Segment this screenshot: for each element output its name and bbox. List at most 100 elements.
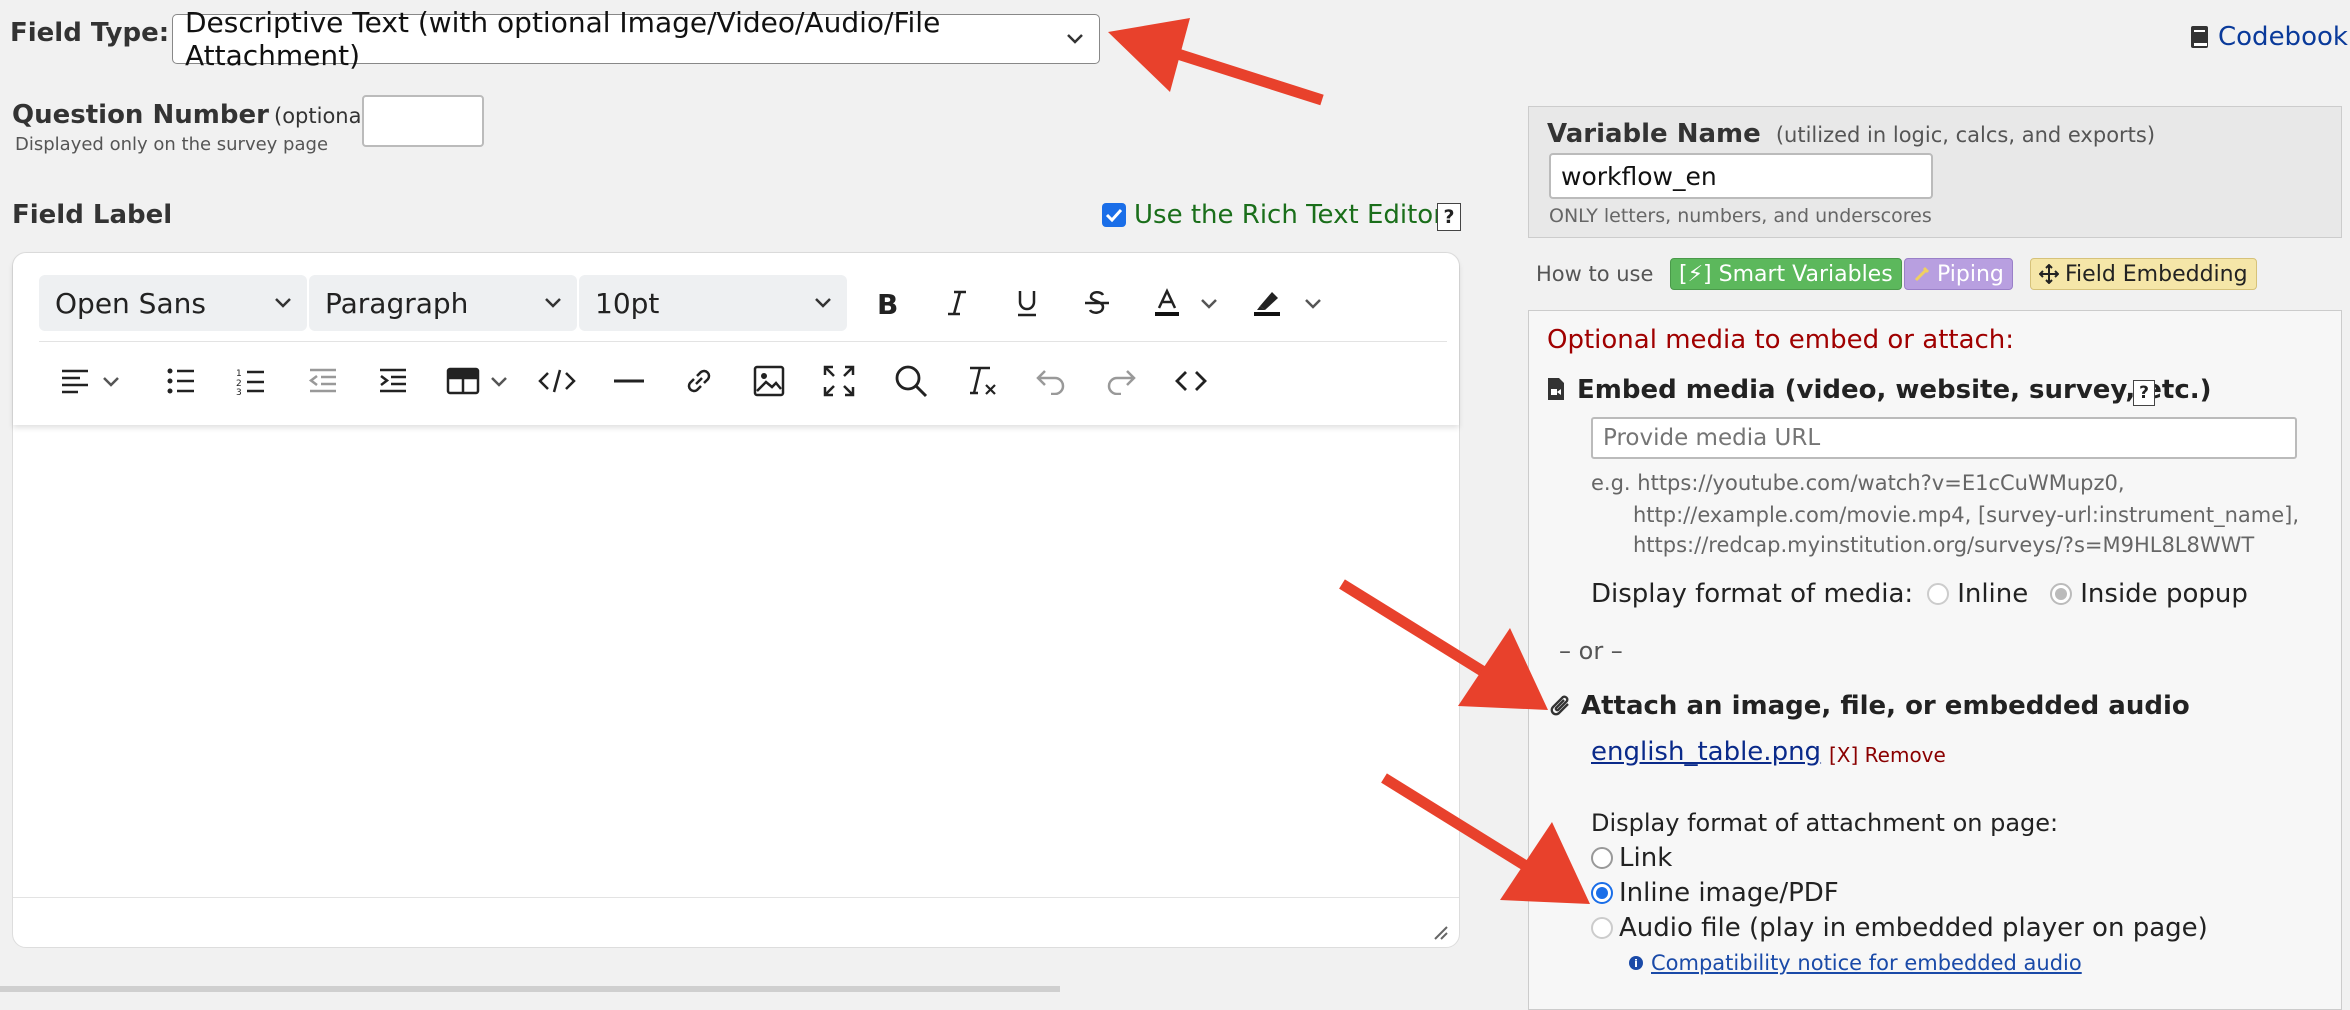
smart-variables-button[interactable]: [⚡] Smart Variables — [1670, 258, 1902, 290]
rich-text-label: Use the Rich Text Editor — [1134, 200, 1444, 230]
clear-formatting-button[interactable] — [957, 357, 1005, 405]
chevron-down-icon[interactable] — [1303, 297, 1323, 311]
question-number-label-wrap: Question Number (optional) — [12, 100, 376, 130]
clear-formatting-icon — [970, 366, 996, 395]
search-icon — [895, 365, 928, 398]
variable-name-label-wrap: Variable Name (utilized in logic, calcs,… — [1547, 119, 2155, 149]
compat-notice-row[interactable]: i Compatibility notice for embedded audi… — [1629, 951, 2082, 975]
embed-media-help-button[interactable]: ? — [2133, 380, 2155, 406]
optional-media-panel: Optional media to embed or attach: Embed… — [1528, 310, 2342, 1010]
chevron-down-icon[interactable] — [101, 375, 121, 389]
media-examples-line3: https://redcap.myinstitution.org/surveys… — [1633, 533, 2255, 557]
link-button[interactable] — [675, 357, 723, 405]
question-number-label: Question Number — [12, 100, 269, 130]
attach-opt-audio-row[interactable]: Audio file (play in embedded player on p… — [1591, 913, 2208, 943]
field-type-label: Field Type: — [10, 18, 170, 48]
embed-media-title: Embed media (video, website, survey, etc… — [1577, 375, 2212, 405]
italic-button[interactable] — [933, 279, 981, 327]
image-icon — [753, 365, 785, 397]
rich-text-toggle[interactable]: Use the Rich Text Editor — [1102, 200, 1444, 230]
block-format-select[interactable]: Paragraph — [309, 275, 577, 331]
font-size-value: 10pt — [595, 286, 660, 320]
bullet-list-icon — [167, 368, 194, 394]
svg-text:3: 3 — [236, 388, 242, 395]
fullscreen-icon — [823, 365, 855, 397]
chevron-down-icon[interactable] — [489, 375, 509, 389]
arrow-annotation-2 — [1339, 579, 1548, 710]
numbered-list-button[interactable]: 123 — [227, 357, 275, 405]
variable-name-input[interactable]: workflow_en — [1549, 153, 1933, 199]
codebook-label: Codebook — [2218, 22, 2348, 52]
source-code-button[interactable] — [1167, 357, 1215, 405]
outdent-button[interactable] — [299, 357, 347, 405]
redo-button[interactable] — [1097, 357, 1145, 405]
svg-text:1: 1 — [236, 369, 242, 379]
pipette-icon — [1914, 266, 1930, 282]
strikethrough-button[interactable] — [1073, 279, 1121, 327]
align-button[interactable] — [51, 357, 99, 405]
attach-display-label: Display format of attachment on page: — [1591, 809, 2059, 837]
arrow-annotation-1 — [1108, 18, 1324, 106]
underline-button[interactable] — [1003, 279, 1051, 327]
italic-icon — [948, 290, 966, 316]
field-embedding-label: Field Embedding — [2065, 261, 2248, 287]
chevron-down-icon[interactable] — [1199, 297, 1219, 311]
editor-content[interactable] — [33, 443, 1433, 883]
undo-button[interactable] — [1027, 357, 1075, 405]
indent-button[interactable] — [369, 357, 417, 405]
question-number-hint: Displayed only on the survey page — [15, 134, 329, 155]
code-sample-button[interactable] — [533, 357, 581, 405]
horizontal-rule-button[interactable] — [605, 357, 653, 405]
piping-button[interactable]: Piping — [1904, 258, 2013, 290]
media-examples-line2: http://example.com/movie.mp4, [survey-ur… — [1633, 503, 2300, 527]
field-type-select[interactable]: Descriptive Text (with optional Image/Vi… — [172, 6, 1100, 72]
bold-button[interactable]: B — [863, 279, 911, 327]
resize-handle-icon[interactable] — [1431, 923, 1449, 941]
field-embedding-button[interactable]: Field Embedding — [2030, 258, 2257, 290]
arrow-annotation-3 — [1381, 773, 1590, 904]
highlight-color-button[interactable] — [1243, 279, 1291, 327]
media-popup-radio[interactable] — [2050, 583, 2073, 605]
variable-name-panel: Variable Name (utilized in logic, calcs,… — [1528, 106, 2342, 238]
bottom-scrollbar[interactable] — [0, 986, 1060, 992]
rich-text-checkbox[interactable] — [1102, 203, 1126, 227]
font-size-select[interactable]: 10pt — [579, 275, 847, 331]
media-inline-radio[interactable] — [1927, 583, 1950, 605]
media-inline-label: Inline — [1957, 579, 2029, 609]
undo-icon — [1036, 370, 1065, 395]
redo-icon — [1107, 370, 1136, 395]
variable-name-label: Variable Name — [1547, 119, 1761, 149]
font-family-select[interactable]: Open Sans — [39, 275, 307, 331]
variable-name-hint: ONLY letters, numbers, and underscores — [1549, 205, 1932, 227]
rich-text-help-button[interactable]: ? — [1437, 203, 1461, 231]
numbered-list-icon: 123 — [236, 369, 264, 395]
fullscreen-button[interactable] — [815, 357, 863, 405]
bold-icon: B — [877, 288, 898, 318]
rich-text-editor: Open Sans Paragraph 10pt B 1 2 3 — [12, 252, 1460, 948]
move-arrows-icon — [2039, 264, 2059, 284]
text-color-button[interactable] — [1143, 279, 1191, 327]
attachment-file-link[interactable]: english_table.png — [1591, 737, 1821, 767]
search-button[interactable] — [887, 357, 935, 405]
question-number-input[interactable] — [362, 95, 484, 147]
bullet-list-button[interactable] — [157, 357, 205, 405]
media-url-input[interactable] — [1591, 417, 2297, 459]
link-icon — [687, 369, 711, 393]
compat-notice-link[interactable]: Compatibility notice for embedded audio — [1651, 951, 2082, 975]
table-button[interactable] — [439, 357, 487, 405]
horizontal-rule-icon — [614, 379, 644, 383]
codebook-link[interactable]: Codebook — [2190, 22, 2348, 52]
indent-icon — [380, 368, 406, 393]
chevron-down-icon — [275, 298, 291, 308]
attach-opt-inline-row[interactable]: Inline image/PDF — [1591, 878, 1839, 908]
file-video-icon — [1548, 378, 1564, 400]
image-button[interactable] — [745, 357, 793, 405]
media-display-label: Display format of media: — [1591, 579, 1914, 609]
field-type-value: Descriptive Text (with optional Image/Vi… — [185, 6, 941, 72]
strikethrough-icon — [1085, 291, 1109, 314]
optional-media-heading: Optional media to embed or attach: — [1547, 325, 2015, 355]
editor-toolbar: Open Sans Paragraph 10pt B 1 2 3 — [13, 253, 1459, 425]
remove-attachment-link[interactable]: [X] Remove — [1829, 743, 1946, 767]
code-sample-icon — [538, 369, 576, 393]
chevron-down-icon — [545, 298, 561, 308]
